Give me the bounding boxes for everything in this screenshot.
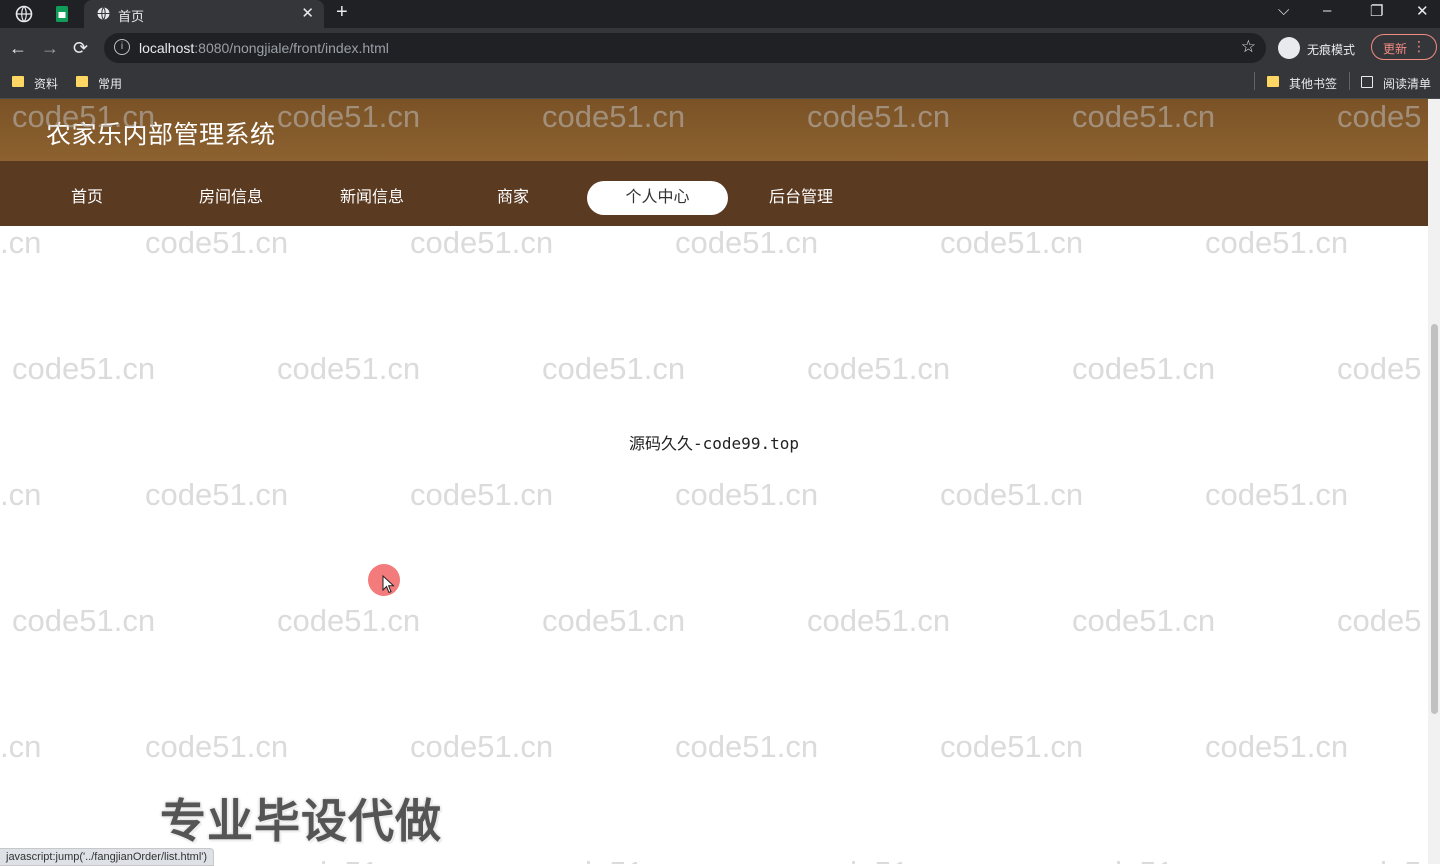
watermark-text: code51.cn	[12, 603, 156, 638]
watermark-text: code51.cn	[940, 477, 1084, 512]
bookmarks-divider	[1254, 72, 1255, 90]
close-icon[interactable]: ✕	[301, 4, 314, 22]
globe-icon	[96, 6, 111, 26]
folder-icon	[1267, 76, 1279, 87]
watermark-text: code51.cn	[12, 351, 156, 386]
watermark-text: code51.cn	[807, 351, 951, 386]
watermark-text: code51.cn	[675, 729, 819, 764]
content-text: 源码久久-code99.top	[629, 434, 799, 453]
watermark-text: .cn	[0, 225, 42, 260]
address-bar[interactable]: i localhost:8080/nongjiale/front/index.h…	[104, 33, 1266, 63]
reload-icon[interactable]: ⟳	[73, 37, 88, 59]
watermark-text: code51.cn	[940, 225, 1084, 260]
tab-title: 首页	[118, 9, 145, 24]
url-text: localhost:8080/nongjiale/front/index.htm…	[139, 40, 389, 56]
watermark-text: code51.cn	[675, 225, 819, 260]
mouse-cursor-icon	[382, 575, 395, 594]
update-button[interactable]: 更新 ⋮	[1371, 34, 1437, 60]
watermark-text: code51.cn	[542, 855, 685, 864]
watermark-text: .cn	[0, 729, 42, 764]
watermark-text: code51.cn	[410, 477, 554, 512]
bookmarks-divider	[1349, 72, 1350, 90]
site-nav: 首页 房间信息 新闻信息 商家 个人中心 后台管理	[0, 161, 1428, 226]
folder-icon	[12, 76, 24, 87]
browser-toolbar: ← → ⟳ i localhost:8080/nongjiale/front/i…	[0, 28, 1440, 68]
watermark-text: code51.cn	[1072, 351, 1216, 386]
watermark-text: code51.cn	[277, 855, 420, 864]
site-title: 农家乐内部管理系统	[46, 121, 276, 149]
nav-merchant[interactable]: 商家	[472, 181, 554, 215]
nav-room-info[interactable]: 房间信息	[185, 181, 277, 215]
watermark-text: code51.cn	[1205, 477, 1349, 512]
watermark-text: code51.cn	[807, 603, 951, 638]
tab-home[interactable]: 首页 ✕	[84, 0, 324, 28]
watermark-text: code51.cn	[1072, 855, 1215, 864]
watermark-text: code51.cn	[542, 603, 686, 638]
minimize-icon[interactable]: –	[1323, 2, 1331, 19]
site-info-icon[interactable]: i	[114, 39, 130, 55]
watermark-text: code51.cn	[542, 351, 686, 386]
reading-list-icon	[1361, 76, 1373, 88]
back-icon[interactable]: ←	[9, 37, 27, 59]
scrollbar-thumb[interactable]	[1431, 324, 1438, 714]
watermark-text: code51.cn	[675, 477, 819, 512]
restore-icon[interactable]: ❐	[1370, 2, 1383, 20]
site-header: 农家乐内部管理系统	[0, 99, 1428, 161]
page-scrollbar[interactable]	[1428, 99, 1440, 864]
watermark-text: code5	[1337, 603, 1422, 638]
new-tab-button[interactable]: +	[336, 1, 348, 24]
browser-tab-strip: 首页 ✕ + ⌵ – ❐ ✕	[0, 0, 1440, 28]
watermark-text: code51.cn	[410, 729, 554, 764]
more-menu-icon[interactable]: ⋮	[1412, 38, 1426, 55]
watermark-text: code5	[1337, 351, 1422, 386]
watermark-text: code51.cn	[145, 477, 289, 512]
nav-admin[interactable]: 后台管理	[755, 181, 847, 215]
watermark-text: code51.cn	[1205, 729, 1349, 764]
bookmark-star-icon[interactable]: ☆	[1241, 37, 1256, 57]
watermark-text: code51.cn	[277, 603, 421, 638]
tab-search-icon[interactable]: ⌵	[1278, 2, 1289, 19]
watermark-text: code51.cn	[1072, 603, 1216, 638]
watermark-text: code5	[1337, 855, 1421, 864]
watermark-text: code51.cn	[940, 729, 1084, 764]
web-page: 农家乐内部管理系统 首页 房间信息 新闻信息 商家 个人中心 后台管理 源码久久…	[0, 99, 1428, 864]
watermark-text: code51.cn	[1205, 225, 1349, 260]
globe-icon[interactable]	[14, 4, 34, 24]
status-bar: javascript:jump('../fangjianOrder/list.h…	[0, 848, 215, 866]
incognito-icon	[1278, 37, 1300, 59]
forward-icon[interactable]: →	[41, 37, 59, 59]
nav-personal-center[interactable]: 个人中心	[587, 181, 728, 215]
window-close-icon[interactable]: ✕	[1416, 2, 1429, 20]
watermark-text: code51.cn	[410, 225, 554, 260]
folder-icon	[76, 76, 88, 87]
watermark-text: .cn	[0, 477, 42, 512]
promo-overlay-text: 专业毕设代做	[160, 795, 442, 847]
sheets-icon[interactable]	[52, 4, 72, 24]
watermark-text: code51.cn	[807, 855, 950, 864]
nav-news-info[interactable]: 新闻信息	[326, 181, 418, 215]
watermark-text: code51.cn	[145, 225, 289, 260]
bookmarks-bar: 资料 常用 其他书签 阅读清单	[0, 68, 1440, 99]
nav-home[interactable]: 首页	[46, 181, 128, 215]
watermark-text: code51.cn	[145, 729, 289, 764]
watermark-text: code51.cn	[277, 351, 421, 386]
